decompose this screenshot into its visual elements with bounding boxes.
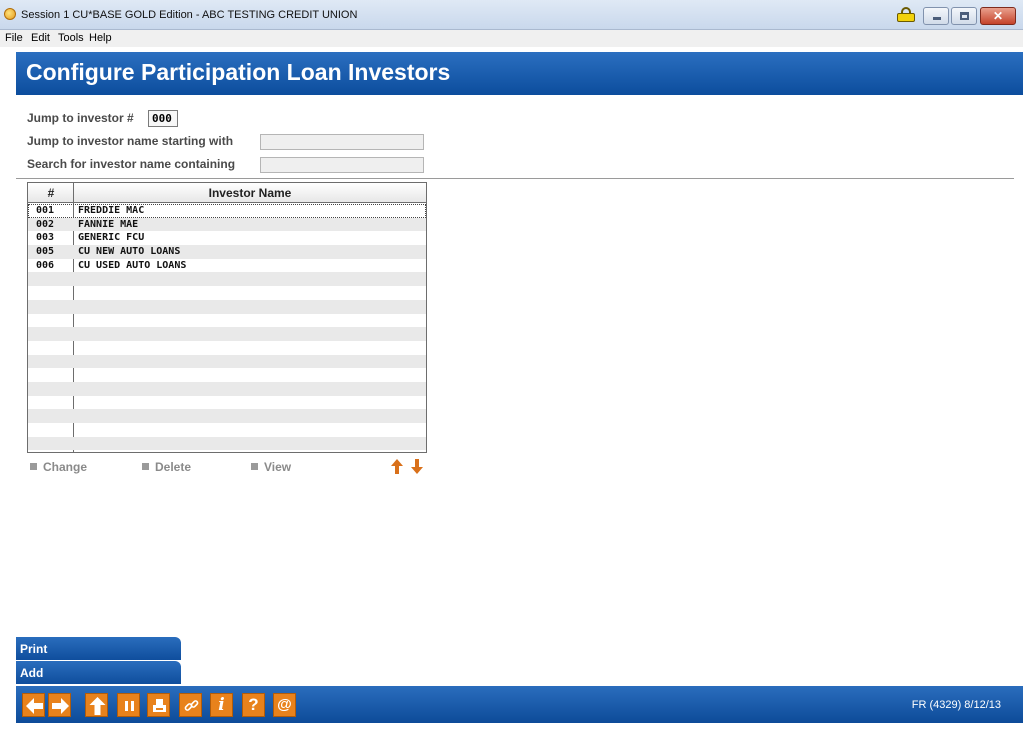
table-row-empty — [28, 299, 426, 314]
link-button[interactable] — [179, 693, 202, 717]
pause-icon — [125, 701, 134, 711]
name-containing-label: Search for investor name containing — [27, 157, 236, 171]
delete-action[interactable]: Delete — [142, 460, 191, 474]
column-header-number[interactable]: # — [28, 183, 74, 203]
close-icon: ✕ — [992, 9, 1004, 23]
scroll-down-icon[interactable] — [410, 458, 424, 475]
session-status: FR (4329) 8/12/13 — [911, 699, 1001, 711]
divider — [16, 178, 1014, 179]
investor-number: 003 — [36, 232, 55, 244]
window-titlebar: Session 1 CU*BASE GOLD Edition - ABC TES… — [0, 0, 1023, 30]
bottom-toolbar: i ? @ FR (4329) 8/12/13 — [16, 686, 1023, 723]
change-action[interactable]: Change — [30, 460, 87, 474]
menu-bar: File Edit Tools Help — [0, 30, 1023, 47]
jump-investor-input[interactable]: 000 — [148, 110, 178, 127]
name-starting-label: Jump to investor name starting with — [27, 134, 234, 148]
print-toolbar-button[interactable] — [147, 693, 170, 717]
table-row-empty — [28, 436, 426, 451]
table-row-empty — [28, 272, 426, 287]
bullet-icon — [30, 463, 37, 470]
printer-icon — [153, 699, 166, 712]
investor-number: 001 — [36, 205, 55, 216]
pause-button[interactable] — [117, 693, 140, 717]
investor-number: 006 — [36, 259, 55, 271]
page-title: Configure Participation Loan Investors — [26, 59, 451, 85]
info-icon: i — [218, 695, 225, 715]
table-header: # Investor Name — [28, 183, 426, 203]
back-arrow-icon — [26, 698, 43, 714]
column-header-investor-name[interactable]: Investor Name — [74, 183, 426, 203]
bullet-icon — [142, 463, 149, 470]
table-row-empty — [28, 327, 426, 341]
investor-name: FREDDIE MAC — [78, 205, 145, 216]
maximize-icon — [960, 12, 969, 20]
table-row[interactable]: 001 FREDDIE MAC — [28, 204, 426, 218]
table-body: 001 FREDDIE MAC 002 FANNIE MAE 003 GENERIC … — [28, 204, 426, 464]
page-header: Configure Participation Loan Investors — [16, 52, 1023, 95]
maximize-button[interactable] — [951, 7, 977, 25]
link-icon — [184, 700, 199, 711]
view-label: View — [264, 460, 292, 474]
investor-number: 005 — [36, 246, 55, 258]
app-icon — [4, 8, 16, 20]
delete-label: Delete — [155, 460, 192, 474]
table-row-empty — [28, 354, 426, 369]
help-button[interactable]: ? — [242, 693, 265, 717]
table-row[interactable]: 003 GENERIC FCU — [28, 231, 426, 245]
close-button[interactable]: ✕ — [980, 7, 1016, 25]
menu-file[interactable]: File — [5, 32, 23, 44]
lock-icon[interactable] — [897, 7, 915, 22]
scroll-up-icon[interactable] — [390, 458, 404, 475]
at-sign-icon: @ — [277, 696, 292, 713]
view-action[interactable]: View — [251, 460, 291, 474]
investor-name: GENERIC FCU — [78, 232, 145, 244]
table-row-empty — [28, 423, 426, 437]
name-containing-input[interactable] — [260, 157, 424, 173]
table-row[interactable]: 005 CU NEW AUTO LOANS — [28, 245, 426, 259]
table-row-empty — [28, 286, 426, 300]
investor-name: CU USED AUTO LOANS — [78, 259, 187, 271]
print-label: Print — [20, 642, 48, 656]
name-starting-input[interactable] — [260, 134, 424, 150]
menu-edit[interactable]: Edit — [31, 32, 50, 44]
investor-number: 002 — [36, 218, 55, 230]
help-icon: ? — [248, 695, 259, 714]
info-button[interactable]: i — [210, 693, 233, 717]
table-row-empty — [28, 450, 426, 464]
table-row[interactable]: 006 CU USED AUTO LOANS — [28, 259, 426, 273]
forward-button[interactable] — [48, 693, 71, 717]
bullet-icon — [251, 463, 258, 470]
menu-tools[interactable]: Tools — [58, 32, 84, 44]
table-row-empty — [28, 409, 426, 423]
print-button[interactable]: Print — [16, 637, 181, 660]
add-label: Add — [20, 666, 44, 680]
table-row-empty — [28, 396, 426, 410]
menu-help[interactable]: Help — [89, 32, 112, 44]
table-row-empty — [28, 381, 426, 396]
table-row-empty — [28, 341, 426, 355]
forward-arrow-icon — [52, 698, 69, 714]
minimize-button[interactable] — [923, 7, 949, 25]
change-label: Change — [43, 460, 88, 474]
table-row-empty — [28, 314, 426, 328]
email-button[interactable]: @ — [273, 693, 296, 717]
investor-table: # Investor Name 001 FREDDIE MAC 002 FANNIE… — [27, 182, 427, 453]
table-row[interactable]: 002 FANNIE MAE — [28, 217, 426, 232]
up-arrow-icon — [89, 697, 106, 715]
back-button[interactable] — [22, 693, 45, 717]
window-title: Session 1 CU*BASE GOLD Edition - ABC TES… — [21, 9, 358, 21]
table-row-empty — [28, 368, 426, 382]
minimize-icon — [933, 17, 941, 20]
up-button[interactable] — [85, 693, 108, 717]
investor-name: CU NEW AUTO LOANS — [78, 246, 181, 258]
jump-investor-label: Jump to investor # — [27, 111, 134, 125]
investor-name: FANNIE MAE — [78, 218, 139, 230]
add-button[interactable]: Add — [16, 661, 181, 684]
